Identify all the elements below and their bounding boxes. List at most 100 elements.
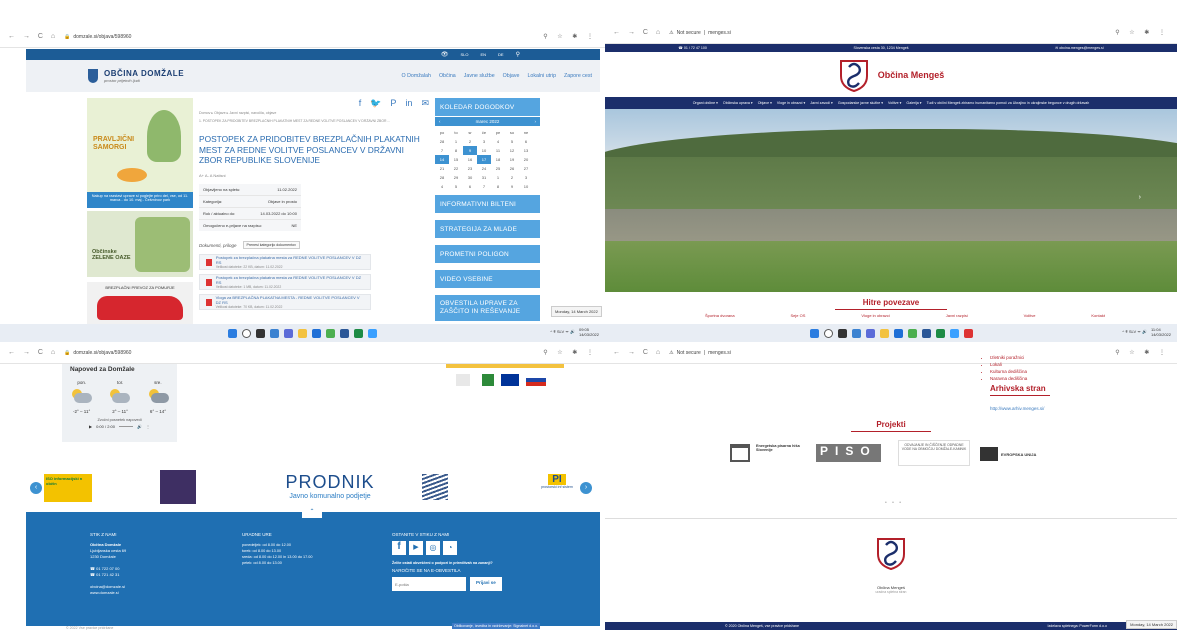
newsletter-email-input[interactable] — [392, 577, 466, 591]
facebook-icon[interactable]: f — [359, 98, 362, 109]
calendar-day[interactable]: 16 — [463, 155, 477, 164]
clock-date[interactable]: 14/03/2022 — [1151, 332, 1171, 337]
scroll-top-icon[interactable]: ⌃ — [302, 508, 322, 518]
nav-zavodi[interactable]: Javni zavodi ▾ — [810, 101, 833, 105]
nav-gjs[interactable]: Gospodarske javne službe ▾ — [838, 101, 883, 105]
back-forward-icon[interactable]: ← → C ⌂ — [8, 33, 58, 40]
footer-logo[interactable]: Občina Mengeš uradna spletna stran — [867, 536, 915, 594]
calendar-day[interactable]: 9 — [463, 146, 477, 155]
calendar-day[interactable]: 2 — [505, 173, 519, 182]
excel-icon[interactable] — [354, 328, 363, 338]
more-icon[interactable]: ⋮ — [146, 424, 150, 429]
list-item[interactable]: Lokali — [990, 361, 1027, 368]
nav-vloge[interactable]: Vloge in obrazci ▾ — [777, 101, 805, 105]
calendar-day[interactable]: 5 — [505, 137, 519, 146]
back-forward-icon[interactable]: ← → C ⌂ — [8, 349, 58, 356]
edge-icon[interactable] — [949, 328, 959, 338]
address-bar[interactable]: menges.si — [708, 30, 731, 36]
calendar-day[interactable]: 10 — [519, 182, 533, 191]
facebook-icon[interactable]: f — [392, 541, 406, 555]
acrobat-icon[interactable] — [963, 328, 973, 338]
calendar-day[interactable]: 29 — [449, 173, 463, 182]
quick-link-razpisi[interactable]: Javni razpisi — [946, 313, 968, 318]
slider-next-icon[interactable]: › — [1139, 194, 1141, 201]
hero-slider[interactable]: › — [605, 109, 1177, 292]
task-view-icon[interactable] — [256, 328, 265, 338]
lang-en[interactable]: EN — [480, 52, 486, 57]
sidebar-link-bilteni[interactable]: INFORMATIVNI BILTENI — [435, 195, 540, 213]
back-forward-icon[interactable]: ← → C ⌂ — [613, 349, 663, 356]
site-title[interactable]: Občina Mengeš — [878, 70, 945, 80]
excel-icon[interactable] — [935, 328, 945, 338]
calendar-day[interactable]: 26 — [505, 164, 519, 173]
youtube-icon[interactable]: ▶ — [409, 541, 423, 555]
breadcrumb[interactable]: Domov ▸ Objave ▸ Javni razpisi, naročila… — [199, 111, 276, 115]
partner-logo-stripes[interactable] — [422, 474, 448, 500]
subscribe-button[interactable]: Prijavi se — [470, 577, 502, 591]
widgets-icon[interactable] — [270, 328, 279, 338]
browser-tools-icon[interactable]: ⚲ ☆ ✱ ⋮ — [1115, 349, 1169, 356]
lang-de[interactable]: DE — [498, 52, 504, 57]
browser-tools-icon[interactable]: ⚲ ☆ ✱ ⋮ — [543, 33, 597, 40]
sidebar-link-poligon[interactable]: PROMETNI POLIGON — [435, 245, 540, 263]
doc-item[interactable]: Postopek za brezplačna plakatna mesta za… — [199, 254, 371, 270]
calendar-day[interactable]: 9 — [505, 182, 519, 191]
calendar-day[interactable]: 18 — [491, 155, 505, 164]
footer-web[interactable]: www.domzale.si — [90, 590, 200, 596]
download-docs-button[interactable]: Prenesi kategorijo dokumentov — [242, 241, 300, 249]
nav-zapore-cest[interactable]: Zapore cest — [564, 73, 592, 79]
calendar-day[interactable]: 13 — [519, 146, 533, 155]
partner-logo-iso[interactable]: ISO informacijski n občin — [44, 474, 92, 502]
audio-progress[interactable] — [119, 426, 133, 427]
calendar-day[interactable]: 20 — [519, 155, 533, 164]
calendar-day[interactable]: 6 — [463, 182, 477, 191]
sidebar-link-strategija[interactable]: STRATEGIJA ZA MLADE — [435, 220, 540, 238]
nav-lokalni-utrip[interactable]: Lokalni utrip — [527, 73, 556, 79]
carousel-next-icon[interactable]: › — [580, 482, 592, 494]
search-icon[interactable]: ⚲ — [516, 51, 520, 58]
word-icon[interactable] — [340, 328, 349, 338]
calendar-title[interactable]: KOLEDAR DOGODKOV — [435, 98, 540, 116]
nav-objave[interactable]: Objave — [503, 73, 520, 79]
credit-text[interactable]: Oblikovanje, izvedba in vzdrževanje: Sig… — [452, 623, 541, 629]
volume-icon[interactable]: 🔊 — [137, 424, 142, 429]
search-icon[interactable] — [823, 328, 833, 338]
browser-tools-icon[interactable]: ⚲ ☆ ✱ ⋮ — [543, 349, 597, 356]
chrome-icon[interactable] — [907, 328, 917, 338]
sidebar-link-obvestila[interactable]: OBVESTILA UPRAVE ZA ZAŠČITO IN REŠEVANJE — [435, 295, 540, 321]
nav-uprava[interactable]: Občinska uprava ▾ — [723, 101, 753, 105]
quick-link-vloge[interactable]: Vloge in obrazci — [861, 313, 889, 318]
quick-link-dvorana[interactable]: Športna dvorana — [705, 313, 735, 318]
windows-start-icon[interactable] — [809, 328, 819, 338]
footer-credit[interactable]: Izdelava spletnega: PowerForm d.o.o — [1047, 624, 1107, 628]
calendar-day[interactable]: 28 — [435, 137, 449, 146]
nav-volitve[interactable]: Volitve ▾ — [888, 101, 901, 105]
banner-prevoz[interactable]: BREZPLAČNI PREVOZ ZA POMURJE — [87, 282, 193, 329]
email-icon[interactable]: ✉ — [421, 98, 429, 109]
calendar-day[interactable]: 7 — [477, 182, 491, 191]
rss-icon[interactable]: ◔ — [443, 541, 457, 555]
address-bar[interactable]: domzale.si/objava/598960 — [73, 34, 131, 40]
instagram-icon[interactable]: ◎ — [426, 541, 440, 555]
quick-link-kontakt[interactable]: Kontakt — [1091, 313, 1105, 318]
calendar-day[interactable]: 14 — [435, 155, 449, 164]
phone-text[interactable]: ☎ 01 / 72 47 100 — [678, 46, 706, 50]
file-explorer-icon[interactable] — [879, 328, 889, 338]
email-text[interactable]: ✉ obcina.menges@menges.si — [1055, 46, 1103, 50]
doc-item[interactable]: Vloga za BREZPLAČNA PLAKATNA MESTA - RED… — [199, 294, 371, 310]
calendar-day[interactable]: 6 — [519, 137, 533, 146]
audio-player[interactable]: ▶ 0:00 / 2:00 🔊 ⋮ — [62, 424, 177, 429]
list-item[interactable]: Naravna dediščina — [990, 375, 1027, 382]
calendar-day[interactable]: 1 — [449, 137, 463, 146]
calendar-day[interactable]: 24 — [477, 164, 491, 173]
address-bar[interactable]: menges.si — [708, 350, 731, 356]
store-icon[interactable] — [312, 328, 321, 338]
nav-ukrajina[interactable]: Tudi v občini Mengeš zbiramo humanitarno… — [927, 101, 1090, 105]
chrome-icon[interactable] — [326, 328, 335, 338]
project-logo-odvajanje[interactable]: ODVAJANJE IN ČIŠČENJE ODPADNE VODE NA OB… — [898, 440, 970, 466]
list-item[interactable]: Izletniki poražnici — [990, 354, 1027, 361]
lang-slo[interactable]: SLO — [460, 52, 468, 57]
windows-start-icon[interactable] — [228, 328, 237, 338]
calendar-day[interactable]: 4 — [435, 182, 449, 191]
tray-icons[interactable]: ^ ⌾ SLV ᯤ 🔊 — [1122, 329, 1147, 335]
